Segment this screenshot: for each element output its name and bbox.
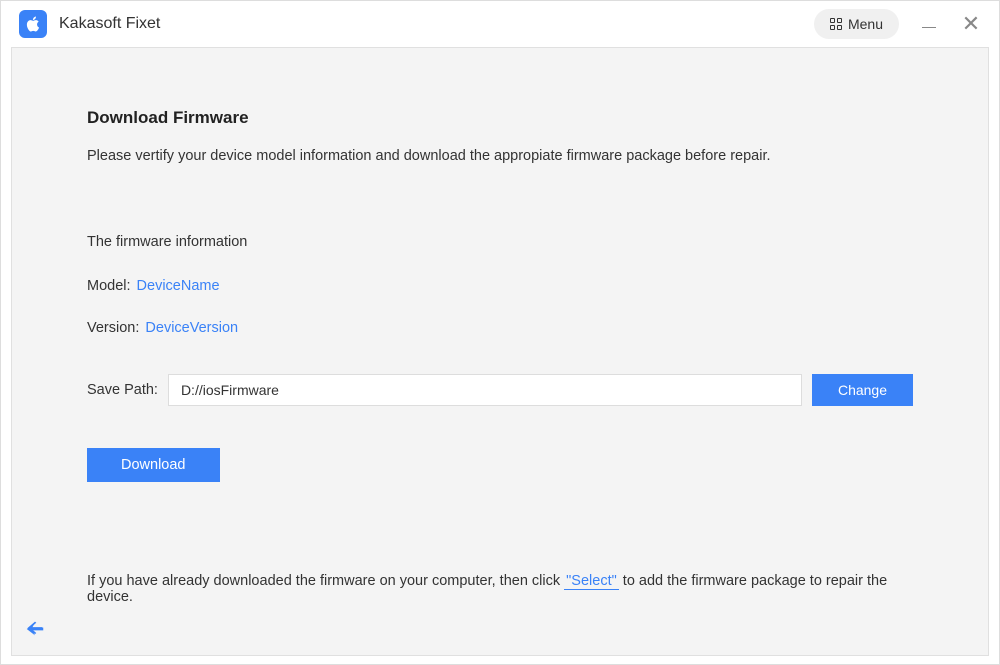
- titlebar: Kakasoft Fixet Menu ✕: [1, 1, 999, 47]
- save-path-input[interactable]: [168, 374, 802, 406]
- content-area: Download Firmware Please vertify your de…: [11, 47, 989, 656]
- back-button[interactable]: [22, 618, 48, 645]
- version-label: Version:: [87, 320, 139, 336]
- version-row: Version: DeviceVersion: [87, 320, 913, 336]
- version-value: DeviceVersion: [145, 320, 238, 336]
- back-arrow-icon: [22, 618, 48, 640]
- help-prefix: If you have already downloaded the firmw…: [87, 573, 564, 589]
- app-title: Kakasoft Fixet: [59, 15, 814, 33]
- model-label: Model:: [87, 278, 131, 294]
- model-value: DeviceName: [137, 278, 220, 294]
- help-text: If you have already downloaded the firmw…: [87, 573, 913, 605]
- page-subtitle: Please vertify your device model informa…: [87, 148, 913, 164]
- minimize-button[interactable]: [919, 14, 939, 34]
- app-logo: [19, 10, 47, 38]
- model-row: Model: DeviceName: [87, 278, 913, 294]
- menu-label: Menu: [848, 16, 883, 32]
- firmware-info-label: The firmware information: [87, 234, 913, 250]
- menu-button[interactable]: Menu: [814, 9, 899, 39]
- save-path-row: Save Path: Change: [87, 374, 913, 406]
- menu-grid-icon: [830, 18, 842, 30]
- download-button[interactable]: Download: [87, 448, 220, 482]
- window-controls: ✕: [919, 14, 981, 34]
- page-heading: Download Firmware: [87, 108, 913, 128]
- select-link[interactable]: "Select": [564, 573, 619, 590]
- apple-icon: [24, 15, 42, 33]
- app-window: Kakasoft Fixet Menu ✕ Download Firmware …: [0, 0, 1000, 665]
- change-button[interactable]: Change: [812, 374, 913, 406]
- save-path-label: Save Path:: [87, 382, 158, 398]
- close-icon: ✕: [962, 13, 980, 35]
- close-button[interactable]: ✕: [961, 14, 981, 34]
- minimize-icon: [922, 27, 936, 29]
